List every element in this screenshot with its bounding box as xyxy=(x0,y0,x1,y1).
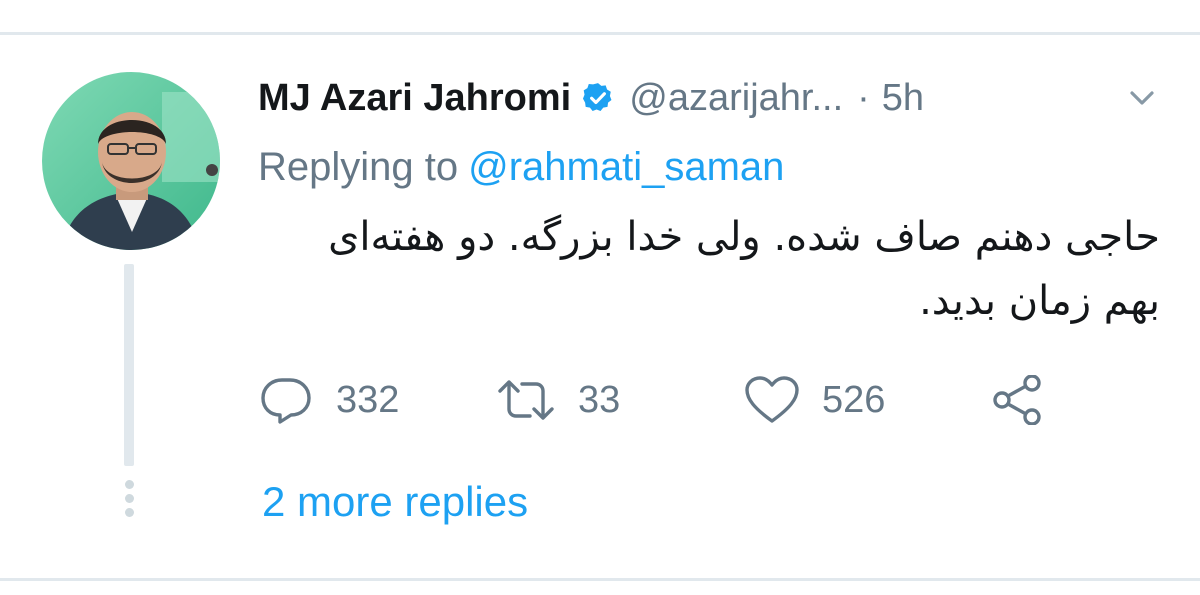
more-replies-link[interactable]: 2 more replies xyxy=(262,478,528,526)
separator-dot: · xyxy=(857,76,870,119)
thread-line xyxy=(124,264,134,466)
tweet-header: MJ Azari Jahromi @azarijahr... · 5h xyxy=(258,70,1168,126)
thread-dots xyxy=(123,480,135,520)
share-icon xyxy=(993,375,1041,425)
avatar-image xyxy=(42,72,220,250)
like-count: 526 xyxy=(822,378,886,421)
share-button[interactable] xyxy=(990,372,1046,428)
retweet-button[interactable]: 33 xyxy=(496,372,620,428)
top-divider xyxy=(0,32,1200,35)
author-name[interactable]: MJ Azari Jahromi xyxy=(258,77,571,120)
avatar[interactable] xyxy=(42,72,220,250)
reply-count: 332 xyxy=(336,378,400,421)
tweet-time[interactable]: 5h xyxy=(882,77,924,120)
replying-prefix: Replying to xyxy=(258,145,459,189)
reply-button[interactable]: 332 xyxy=(258,372,399,428)
replying-mention[interactable]: @rahmati_saman xyxy=(468,145,784,189)
tweet-text: حاجی دهنم صاف شده. ولی خدا بزرگه. دو هفت… xyxy=(328,214,1160,324)
like-button[interactable]: 526 xyxy=(744,372,885,428)
verified-badge-icon xyxy=(583,83,612,112)
replying-to: Replying to @rahmati_saman xyxy=(258,145,784,190)
author-handle[interactable]: @azarijahr... xyxy=(629,77,843,120)
heart-icon xyxy=(745,376,799,423)
tweet-actions: 332 33 526 xyxy=(258,372,1158,428)
retweet-icon xyxy=(498,380,554,420)
retweet-count: 33 xyxy=(578,378,621,421)
reply-icon xyxy=(261,378,311,424)
chevron-down-icon[interactable] xyxy=(1124,84,1160,114)
bottom-divider xyxy=(0,578,1200,581)
